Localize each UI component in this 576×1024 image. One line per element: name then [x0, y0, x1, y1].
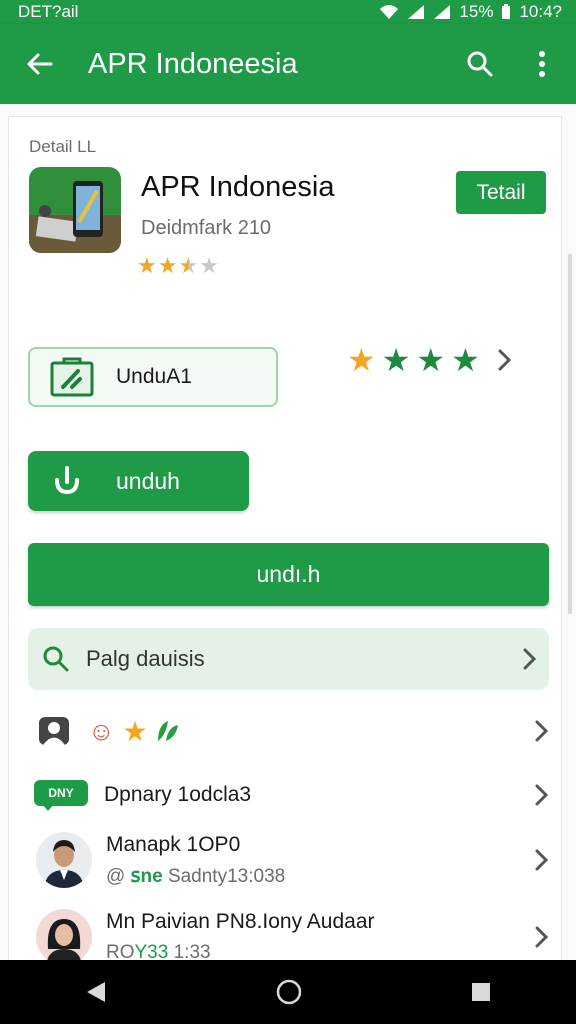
- chevron-right-icon: [535, 720, 549, 742]
- chevron-right-icon: [535, 784, 549, 806]
- recents-square-icon[interactable]: [471, 982, 491, 1002]
- download-icon: [55, 466, 79, 495]
- app-bar: APR Indoneesia: [0, 24, 576, 104]
- star-icon: ★: [137, 253, 158, 278]
- chevron-right-icon: [535, 849, 549, 871]
- star-icon: ★: [347, 342, 376, 378]
- list-item-title: Manapk 1OP0: [106, 832, 241, 856]
- app-subtitle: Deidmfark 210: [141, 217, 272, 239]
- outline-download-button[interactable]: UnduA1: [28, 347, 278, 407]
- at-symbol: @: [106, 865, 126, 887]
- app-name: APR Indonesia: [141, 171, 335, 203]
- star-half-icon: ★: [178, 253, 200, 278]
- leaf-icon: [157, 721, 178, 741]
- chevron-right-icon: [523, 648, 537, 670]
- star-icon: ★: [381, 342, 411, 378]
- section-label: Detail LL: [29, 137, 97, 156]
- wifi-icon: [380, 5, 399, 19]
- list-item-user[interactable]: Manapk 1OP0 @ ꜱne Sadnty13:038: [28, 829, 549, 891]
- star-empty-icon: ★: [199, 253, 220, 278]
- badge-text: DNY: [34, 780, 88, 806]
- wide-download-button[interactable]: undı.h: [28, 543, 549, 606]
- list-item-icons[interactable]: ☺ ★: [28, 709, 549, 753]
- battery-icon: [502, 4, 511, 19]
- chat-badge-icon: DNY: [34, 780, 88, 811]
- download-button-label: unduh: [116, 467, 180, 494]
- face-icon: ☺: [88, 715, 115, 746]
- document-edit-icon: [50, 357, 94, 397]
- search-row-text: Palg dauisis: [86, 646, 205, 671]
- search-icon: [467, 51, 493, 77]
- rating-row[interactable]: ★ ★ ★ ★: [347, 341, 512, 379]
- list-item[interactable]: DNY Dpnary 1odcla3: [28, 773, 549, 817]
- content-area: Detail LL APR Indonesia Deidmfark 210 ★★…: [0, 104, 576, 965]
- chevron-right-icon: [535, 926, 549, 948]
- person-icon: [39, 717, 69, 745]
- signal-icon-2: [434, 5, 451, 19]
- timestamp: Sadnty13:038: [167, 865, 286, 887]
- scrollbar[interactable]: [568, 254, 572, 614]
- list-item-title: Dpnary 1odcla3: [104, 783, 252, 806]
- back-button[interactable]: [20, 44, 60, 84]
- search-button[interactable]: [460, 44, 500, 84]
- star-icon: ★: [157, 253, 179, 278]
- list-item-title: Mn Paivian PN8.Iony Audaar: [106, 910, 375, 933]
- app-icon: [29, 167, 121, 253]
- status-left-text: DET?ail: [18, 2, 79, 21]
- system-nav-bar: [0, 960, 576, 1024]
- page-title: APR Indoneesia: [88, 47, 298, 80]
- search-row[interactable]: Palg dauisis: [28, 628, 549, 690]
- star-icon: ★: [416, 342, 446, 378]
- outline-button-label: UnduA1: [116, 365, 192, 388]
- app-thumbnail-icon: [29, 167, 121, 253]
- star-icon: ★: [122, 715, 148, 747]
- detail-card: Detail LL APR Indonesia Deidmfark 210 ★★…: [8, 116, 562, 965]
- search-icon: [43, 646, 69, 672]
- app-rating-stars: ★★★★: [137, 253, 220, 279]
- status-time: 10:4?: [519, 2, 562, 21]
- detail-button[interactable]: Tetail: [456, 171, 546, 214]
- battery-percent: 15%: [459, 2, 494, 21]
- user-avatar-icon: [36, 909, 92, 965]
- user-text: Manapk 1OP0 @ ꜱne Sadnty13:038: [106, 833, 285, 888]
- user-avatar-icon: [36, 832, 92, 888]
- status-icons: 15% 10:4?: [379, 2, 562, 22]
- status-bar: DET?ail 15% 10:4?: [0, 0, 576, 24]
- more-options-button[interactable]: [522, 44, 562, 84]
- star-icon: ★: [451, 342, 480, 378]
- back-arrow-icon: [27, 53, 53, 75]
- tag-text: ꜱne: [130, 865, 163, 887]
- download-button[interactable]: unduh: [28, 451, 249, 511]
- home-circle-icon[interactable]: [276, 979, 302, 1005]
- avatar: [36, 909, 92, 965]
- list-item-subtitle: @ ꜱne Sadnty13:038: [106, 865, 285, 888]
- signal-icon: [408, 5, 425, 19]
- chevron-right-icon: [498, 349, 511, 371]
- back-triangle-icon[interactable]: [85, 980, 107, 1004]
- more-vert-icon: [539, 51, 545, 77]
- user-text: Mn Paivian PN8.Iony Audaar ROY33 1:33: [106, 910, 375, 964]
- avatar: [36, 832, 92, 888]
- list-item-user[interactable]: Mn Paivian PN8.Iony Audaar ROY33 1:33: [28, 907, 549, 967]
